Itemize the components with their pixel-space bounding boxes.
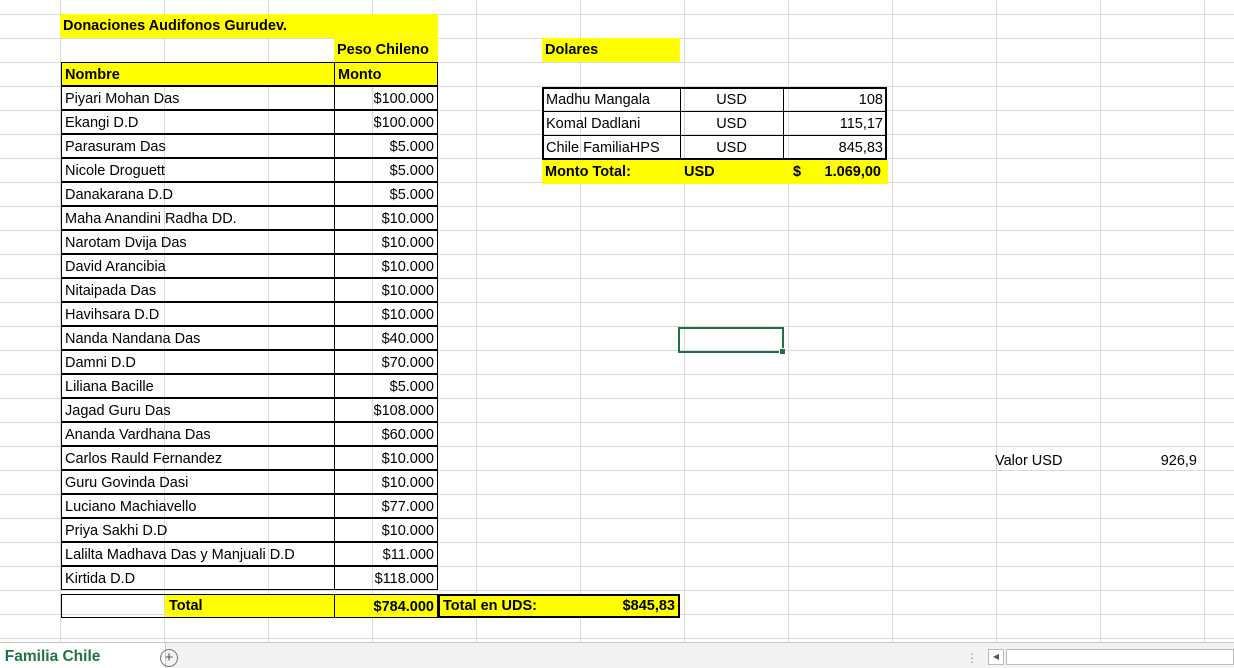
usd-row-name[interactable]: Chile FamiliaHPS xyxy=(543,136,681,160)
total-value[interactable]: $784.000 xyxy=(334,594,438,618)
add-sheet-icon[interactable]: + xyxy=(160,649,178,667)
table-row-amount[interactable]: $10.000 xyxy=(334,278,438,302)
total-uds-value[interactable]: $845,83 xyxy=(542,594,680,618)
col-name-header[interactable]: Nombre xyxy=(61,62,335,86)
usd-row-amount[interactable]: 115,17 xyxy=(784,112,887,136)
table-row-name[interactable]: Lalilta Madhava Das y Manjuali D.D xyxy=(61,542,335,566)
table-row-name[interactable]: Maha Anandini Radha DD. xyxy=(61,206,335,230)
table-row-name[interactable]: Parasuram Das xyxy=(61,134,335,158)
table-row-name[interactable]: Jagad Guru Das xyxy=(61,398,335,422)
table-row-name[interactable]: Priya Sakhi D.D xyxy=(61,518,335,542)
table-row-name[interactable]: Kirtida D.D xyxy=(61,566,335,590)
table-row-name[interactable]: David Arancibia xyxy=(61,254,335,278)
usd-row-amount[interactable]: 108 xyxy=(784,88,887,112)
monto-total-label[interactable]: Monto Total: xyxy=(542,160,680,184)
monto-total-symbol: $ xyxy=(793,164,802,180)
dolares-header[interactable]: Dolares xyxy=(542,38,680,62)
table-row-amount[interactable]: $40.000 xyxy=(334,326,438,350)
fill-handle[interactable] xyxy=(779,348,786,355)
tab-split-handle-icon[interactable]: ⋮ xyxy=(966,651,978,665)
spreadsheet-grid[interactable]: Donaciones Audifonos Gurudev. Peso Chile… xyxy=(0,0,1234,642)
valor-usd-value[interactable]: 926,9 xyxy=(1096,449,1200,473)
table-row-name[interactable]: Ananda Vardhana Das xyxy=(61,422,335,446)
sheet-title[interactable]: Donaciones Audifonos Gurudev. xyxy=(60,14,438,38)
usd-row-amount[interactable]: 845,83 xyxy=(784,136,887,160)
sheet-tab-label: n Familia Chile xyxy=(0,648,101,665)
sheet-tab-active[interactable]: n Familia Chile xyxy=(0,643,166,668)
table-row-name[interactable]: Nanda Nandana Das xyxy=(61,326,335,350)
table-row-name[interactable]: Narotam Dvija Das xyxy=(61,230,335,254)
table-row-amount[interactable]: $5.000 xyxy=(334,134,438,158)
selected-cell[interactable] xyxy=(678,327,786,355)
usd-row-currency[interactable]: USD xyxy=(680,136,784,160)
table-row-name[interactable]: Luciano Machiavello xyxy=(61,494,335,518)
table-row-amount[interactable]: $5.000 xyxy=(334,182,438,206)
table-row-amount[interactable]: $100.000 xyxy=(334,86,438,110)
monto-total-currency[interactable]: USD xyxy=(680,160,784,184)
table-row-amount[interactable]: $70.000 xyxy=(334,350,438,374)
table-row-name[interactable]: Piyari Mohan Das xyxy=(61,86,335,110)
monto-total-value: 1.069,00 xyxy=(824,164,881,180)
usd-row-name[interactable]: Komal Dadlani xyxy=(543,112,681,136)
table-row-name[interactable]: Liliana Bacille xyxy=(61,374,335,398)
usd-row-currency[interactable]: USD xyxy=(680,88,784,112)
currency-header[interactable]: Peso Chileno xyxy=(334,38,438,62)
table-row-amount[interactable]: $10.000 xyxy=(334,470,438,494)
usd-row-currency[interactable]: USD xyxy=(680,112,784,136)
table-row-amount[interactable]: $60.000 xyxy=(334,422,438,446)
table-row-amount[interactable]: $5.000 xyxy=(334,374,438,398)
monto-total-value-cell[interactable]: $ 1.069,00 xyxy=(784,160,888,184)
table-row-amount[interactable]: $118.000 xyxy=(334,566,438,590)
table-row-name[interactable]: Guru Govinda Dasi xyxy=(61,470,335,494)
table-row-amount[interactable]: $5.000 xyxy=(334,158,438,182)
table-row-amount[interactable]: $10.000 xyxy=(334,518,438,542)
monto-total-currency-text: USD xyxy=(684,164,715,180)
total-uds-label[interactable]: Total en UDS: xyxy=(438,594,542,618)
table-row-amount[interactable]: $10.000 xyxy=(334,302,438,326)
total-label: Total xyxy=(165,595,335,617)
table-row-name[interactable]: Carlos Rauld Fernandez xyxy=(61,446,335,470)
table-row-amount[interactable]: $11.000 xyxy=(334,542,438,566)
table-row-name[interactable]: Danakarana D.D xyxy=(61,182,335,206)
table-row-amount[interactable]: $10.000 xyxy=(334,446,438,470)
table-row-amount[interactable]: $10.000 xyxy=(334,254,438,278)
col-amount-header[interactable]: Monto xyxy=(334,62,438,86)
usd-row-name[interactable]: Madhu Mangala xyxy=(543,88,681,112)
table-row-name[interactable]: Nicole Droguett xyxy=(61,158,335,182)
table-row-amount[interactable]: $100.000 xyxy=(334,110,438,134)
horizontal-scrollbar[interactable] xyxy=(1006,649,1234,665)
sheet-tab-bar: n Familia Chile + ⋮ ◀ xyxy=(0,642,1234,668)
table-row-name[interactable]: Damni D.D xyxy=(61,350,335,374)
table-row-amount[interactable]: $108.000 xyxy=(334,398,438,422)
table-row-name[interactable]: Nitaipada Das xyxy=(61,278,335,302)
table-row-name[interactable]: Havihsara D.D xyxy=(61,302,335,326)
scroll-left-icon[interactable]: ◀ xyxy=(988,649,1004,665)
table-row-amount[interactable]: $77.000 xyxy=(334,494,438,518)
table-row-amount[interactable]: $10.000 xyxy=(334,230,438,254)
table-row-amount[interactable]: $10.000 xyxy=(334,206,438,230)
valor-usd-label[interactable]: Valor USD xyxy=(992,449,1096,473)
table-row-name[interactable]: Ekangi D.D xyxy=(61,110,335,134)
total-row-name-cell[interactable]: Total xyxy=(61,594,335,618)
